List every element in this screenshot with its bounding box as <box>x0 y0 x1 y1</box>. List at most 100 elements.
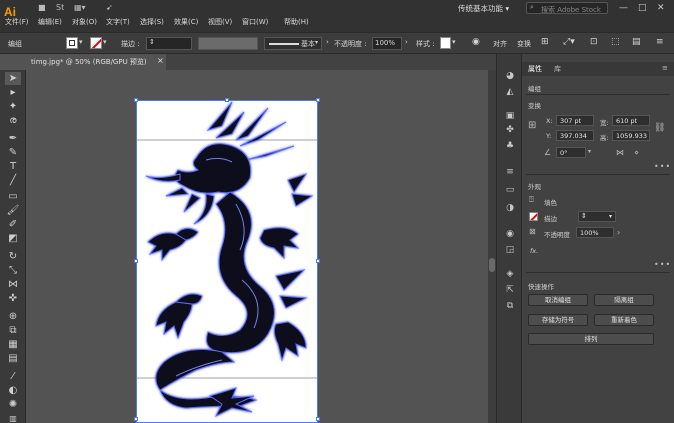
gradient-panel-icon[interactable]: ▭ <box>503 184 517 196</box>
artboards-icon[interactable]: ⧉ <box>503 300 517 312</box>
pen-tool-icon[interactable]: ✒ <box>5 132 21 145</box>
paintbrush-tool-icon[interactable]: 🖌 <box>5 204 21 217</box>
graphic-styles-icon[interactable]: ◲ <box>503 244 517 256</box>
menu-view[interactable]: 视图(V) <box>208 17 232 27</box>
resize-handle[interactable] <box>316 98 320 102</box>
transform-button[interactable]: 变换 <box>517 39 531 49</box>
document-setup-icon[interactable]: ▤ <box>632 37 641 47</box>
tab-properties[interactable]: 属性 <box>528 64 542 74</box>
height-input[interactable]: 1059.933 <box>612 130 650 141</box>
opacity-input[interactable]: 100% <box>576 227 614 238</box>
workspace-switcher[interactable]: 传统基本功能 ▾ <box>458 3 509 14</box>
align-button[interactable]: 对齐 <box>493 39 507 49</box>
stroke-weight-input[interactable]: ⇕ <box>146 37 192 50</box>
rotate-tool-icon[interactable]: ↻ <box>5 250 21 263</box>
scrollbar-thumb[interactable] <box>489 258 495 272</box>
variable-width-profile[interactable] <box>198 37 258 50</box>
save-as-symbol-button[interactable]: 存储为符号 <box>528 314 588 326</box>
menu-type[interactable]: 文字(T) <box>106 17 130 27</box>
selection-tool-icon[interactable]: ➤ <box>5 72 21 85</box>
vertical-scrollbar[interactable] <box>488 70 496 423</box>
fill-icon[interactable]: ⍰ <box>529 195 534 205</box>
arrange-button[interactable]: 排列 <box>528 333 654 345</box>
reference-point-icon[interactable]: ⊞ <box>541 37 549 47</box>
blend-tool-icon[interactable]: ◐ <box>5 384 21 397</box>
scale-tool-icon[interactable]: ⤡ <box>5 264 21 277</box>
shaper-tool-icon[interactable]: ✐ <box>5 218 21 231</box>
perspective-grid-tool-icon[interactable]: ⧉ <box>5 324 21 337</box>
menu-file[interactable]: 文件(F) <box>5 17 29 27</box>
canvas-area[interactable] <box>26 70 488 423</box>
graph-tool-icon[interactable]: ▥ <box>5 412 21 423</box>
panel-menu-icon[interactable]: ≡ <box>662 64 668 72</box>
stock-icon[interactable]: St <box>56 3 64 13</box>
menu-window[interactable]: 窗口(W) <box>242 17 268 27</box>
width-input[interactable]: 610 pt <box>612 115 650 126</box>
graphic-style-swatch[interactable] <box>440 37 451 49</box>
eyedropper-tool-icon[interactable]: ⁄ <box>5 370 21 383</box>
menu-help[interactable]: 帮助(H) <box>284 17 309 27</box>
magic-wand-tool-icon[interactable]: ✦ <box>5 100 21 113</box>
fx-button[interactable]: fx. <box>530 247 538 255</box>
resize-handle[interactable] <box>316 259 320 263</box>
recolor-button[interactable]: 重新着色 <box>594 314 654 326</box>
maximize-button[interactable]: □ <box>638 3 647 13</box>
recolor-artwork-icon[interactable]: ◉ <box>472 37 480 47</box>
fill-swatch[interactable] <box>66 37 78 49</box>
symbol-sprayer-tool-icon[interactable]: ✺ <box>5 398 21 411</box>
color-guide-icon[interactable]: ◭ <box>503 86 517 98</box>
puppet-warp-tool-icon[interactable]: ✜ <box>5 292 21 305</box>
color-panel-icon[interactable]: ◕ <box>503 70 517 82</box>
gpu-performance-icon[interactable]: ➹ <box>106 3 113 13</box>
transparency-icon[interactable]: ◑ <box>503 202 517 214</box>
menu-edit[interactable]: 编辑(E) <box>38 17 62 27</box>
menu-object[interactable]: 对象(O) <box>72 17 97 27</box>
resize-handle[interactable] <box>225 98 229 102</box>
close-tab-button[interactable]: × <box>157 56 164 65</box>
symbols-icon[interactable]: ♣ <box>503 140 517 152</box>
stock-search-input[interactable]: ⌕ 搜索 Adobe Stock <box>526 2 608 14</box>
minimize-button[interactable]: — <box>619 3 628 13</box>
more-options-button[interactable]: ••• <box>654 260 671 269</box>
gradient-tool-icon[interactable]: ▤ <box>5 352 21 365</box>
x-input[interactable]: 307 pt <box>556 115 594 126</box>
panel-menu-icon[interactable]: ≡ <box>656 37 664 47</box>
resize-handle[interactable] <box>134 417 138 421</box>
stroke-weight-input[interactable]: ⇕ ▾ <box>578 211 616 222</box>
export-icon[interactable]: ⇱ <box>503 284 517 296</box>
isolate-group-button[interactable]: 隔离组 <box>594 294 654 306</box>
brushes-icon[interactable]: ✤ <box>503 124 517 136</box>
shape-builder-tool-icon[interactable]: ⊕ <box>5 310 21 323</box>
more-options-button[interactable]: ••• <box>654 162 671 171</box>
menu-effect[interactable]: 效果(C) <box>174 17 198 27</box>
curvature-tool-icon[interactable]: ✎ <box>5 146 21 159</box>
lasso-tool-icon[interactable]: ര <box>5 114 21 127</box>
resize-handle[interactable] <box>134 259 138 263</box>
image-trace-icon[interactable]: ▣ <box>503 110 517 122</box>
selection-tool-icon[interactable]: ⬚ <box>611 37 620 47</box>
ungroup-button[interactable]: 取消编组 <box>528 294 588 306</box>
stroke-swatch[interactable] <box>529 212 538 221</box>
width-tool-icon[interactable]: ⋈ <box>5 278 21 291</box>
flip-vertical-icon[interactable]: ⋄ <box>634 148 639 157</box>
resize-handle[interactable] <box>134 98 138 102</box>
y-input[interactable]: 397.034 <box>556 130 594 141</box>
arrange-documents-icon[interactable]: ▦▾ <box>74 3 86 13</box>
close-button[interactable]: ✕ <box>657 3 665 13</box>
layers-panel-icon[interactable]: ◈ <box>503 268 517 280</box>
rotation-input[interactable]: 0° <box>556 147 586 158</box>
chevron-down-icon[interactable]: ▾ <box>79 38 83 46</box>
mesh-tool-icon[interactable]: ▦ <box>5 338 21 351</box>
menu-select[interactable]: 选择(S) <box>140 17 164 27</box>
opacity-icon[interactable]: ⊠ <box>529 227 536 236</box>
document-tab[interactable]: timg.jpg* @ 50% (RGB/GPU 预览) × <box>26 54 166 70</box>
chevron-right-icon[interactable]: › <box>617 228 620 237</box>
resize-handle[interactable] <box>316 417 320 421</box>
chevron-right-icon[interactable]: › <box>326 38 329 46</box>
direct-selection-tool-icon[interactable]: ▸ <box>5 86 21 99</box>
isolate-group-icon[interactable]: ⊡ <box>590 37 598 47</box>
rectangle-tool-icon[interactable]: ▭ <box>5 190 21 203</box>
brush-definition[interactable]: 基本 ▾ <box>264 37 322 50</box>
appearance-panel-icon[interactable]: ◉ <box>503 228 517 240</box>
stroke-panel-icon[interactable]: ≡ <box>503 166 517 178</box>
